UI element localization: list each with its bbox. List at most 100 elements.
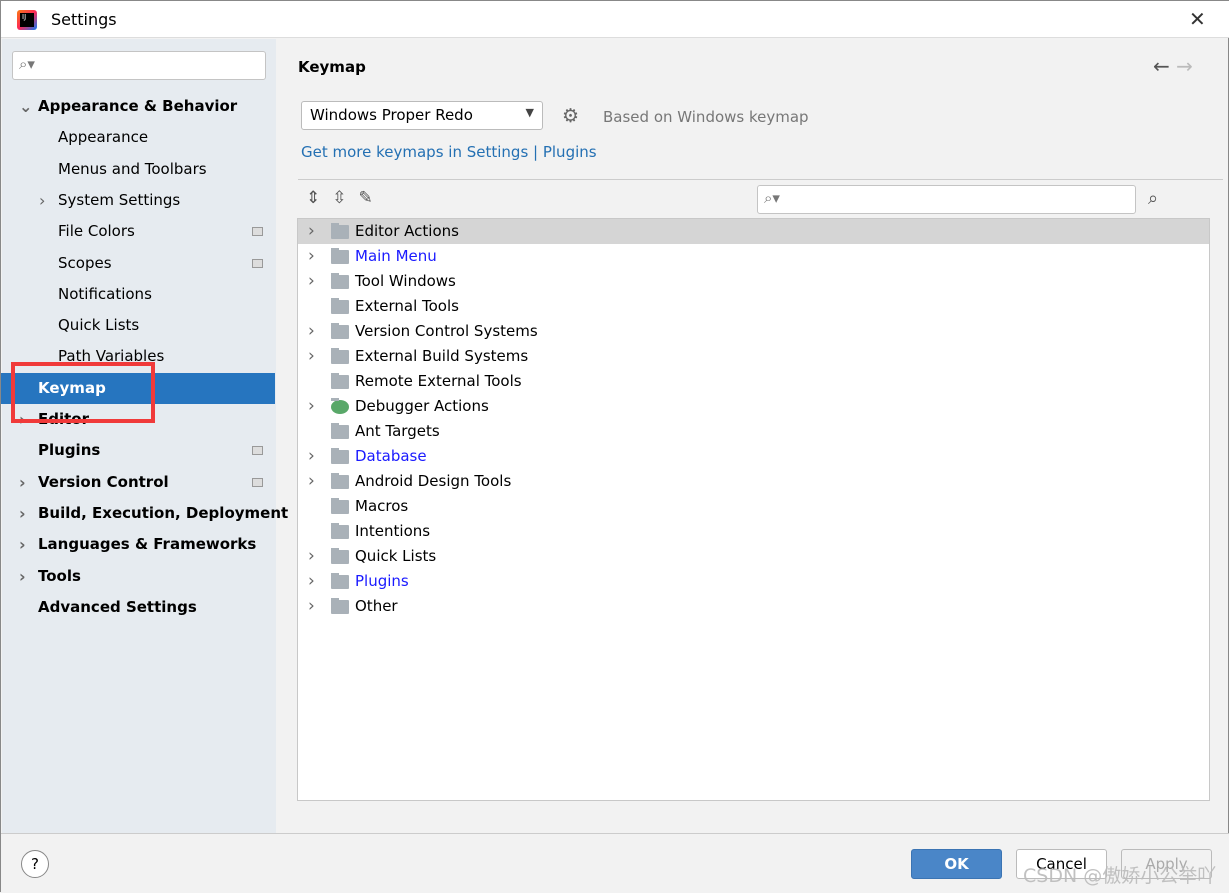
close-icon[interactable]: ✕	[1189, 7, 1206, 31]
chevron-right-icon[interactable]: ›	[308, 544, 315, 569]
project-level-icon	[252, 258, 263, 268]
folder-icon	[331, 448, 349, 464]
sidebar-item[interactable]: File Colors	[1, 216, 275, 247]
tree-row-label: Macros	[355, 497, 409, 515]
chevron-right-icon[interactable]: ›	[308, 319, 315, 344]
chevron-right-icon[interactable]: ›	[308, 394, 315, 419]
sidebar-item[interactable]: ⌄ Appearance & Behavior	[1, 91, 275, 122]
sidebar-item[interactable]: › System Settings	[1, 185, 275, 216]
tree-row-label: Android Design Tools	[355, 472, 512, 490]
keymap-selected-value: Windows Proper Redo	[310, 106, 473, 124]
folder-icon	[331, 523, 349, 539]
bug-icon	[331, 398, 349, 414]
tree-row-label: Editor Actions	[355, 222, 459, 240]
tree-row[interactable]: Intentions	[298, 519, 1209, 544]
chevron-right-icon[interactable]: ›	[308, 219, 315, 244]
tree-row[interactable]: › Quick Lists	[298, 544, 1209, 569]
tree-row-label: Main Menu	[355, 247, 437, 265]
sidebar-item-label: Scopes	[58, 253, 112, 272]
chevron-right-icon[interactable]: ›	[19, 529, 26, 560]
keymap-dropdown[interactable]: Windows Proper Redo ▼	[301, 101, 543, 130]
folder-icon	[331, 423, 349, 439]
chevron-right-icon[interactable]: ›	[308, 569, 315, 594]
chevron-right-icon[interactable]: ›	[19, 498, 26, 529]
sidebar-item[interactable]: Appearance	[1, 122, 275, 153]
tree-row[interactable]: External Tools	[298, 294, 1209, 319]
dropdown-arrow-icon: ▼	[525, 106, 534, 119]
sidebar-item-label: Appearance	[58, 128, 149, 147]
tree-row-label: Version Control Systems	[355, 322, 538, 340]
sidebar-item-label: File Colors	[58, 222, 135, 241]
folder-icon	[331, 248, 349, 264]
sidebar-item[interactable]: Plugins	[1, 435, 275, 466]
chevron-down-icon[interactable]: ⌄	[19, 91, 32, 122]
get-more-keymaps-link[interactable]: Get more keymaps in Settings | Plugins	[301, 143, 597, 161]
project-level-icon	[252, 227, 263, 237]
tree-row[interactable]: › External Build Systems	[298, 344, 1209, 369]
keymap-search-input[interactable]: ⌕▾	[757, 185, 1136, 214]
chevron-right-icon[interactable]: ›	[308, 469, 315, 494]
sidebar-item[interactable]: Notifications	[1, 279, 275, 310]
app-logo-icon: IJ	[17, 10, 37, 30]
tree-row[interactable]: › Version Control Systems	[298, 319, 1209, 344]
tree-row[interactable]: › Database	[298, 444, 1209, 469]
tree-row[interactable]: › Tool Windows	[298, 269, 1209, 294]
sidebar-item-label: Notifications	[58, 284, 152, 303]
sidebar-item[interactable]: › Build, Execution, Deployment	[1, 498, 288, 529]
tree-row[interactable]: › Other	[298, 594, 1209, 619]
chevron-right-icon[interactable]: ›	[308, 594, 315, 619]
tree-row[interactable]: › Plugins	[298, 569, 1209, 594]
settings-search-input[interactable]: ⌕▾	[12, 51, 266, 80]
collapse-all-icon[interactable]: ⇳	[332, 188, 358, 208]
tree-row[interactable]: › Android Design Tools	[298, 469, 1209, 494]
search-icon: ⌕▾	[19, 55, 35, 73]
project-level-icon	[252, 446, 263, 456]
sidebar-item[interactable]: › Tools	[1, 561, 275, 592]
tree-row-label: Other	[355, 597, 398, 615]
tree-row-label: External Tools	[355, 297, 459, 315]
back-arrow-icon[interactable]: ←	[1153, 54, 1170, 78]
tree-row[interactable]: Remote External Tools	[298, 369, 1209, 394]
sidebar-item[interactable]: Advanced Settings	[1, 592, 275, 623]
edit-pencil-icon[interactable]: ✎	[359, 188, 385, 208]
sidebar-item[interactable]: › Languages & Frameworks	[1, 529, 275, 560]
folder-icon	[331, 573, 349, 589]
chevron-right-icon[interactable]: ›	[308, 244, 315, 269]
sidebar-item[interactable]: › Version Control	[1, 467, 275, 498]
folder-icon	[331, 323, 349, 339]
chevron-right-icon[interactable]: ›	[19, 467, 26, 498]
tree-row[interactable]: › Main Menu	[298, 244, 1209, 269]
chevron-right-icon[interactable]: ›	[39, 185, 45, 216]
help-button[interactable]: ?	[21, 850, 49, 878]
sidebar-item-label: Plugins	[38, 441, 101, 460]
chevron-right-icon[interactable]: ›	[308, 444, 315, 469]
chevron-right-icon[interactable]: ›	[308, 344, 315, 369]
sidebar-item[interactable]: Quick Lists	[1, 310, 275, 341]
folder-icon	[331, 273, 349, 289]
window-title: Settings	[51, 10, 117, 29]
expand-all-icon[interactable]: ⇕	[306, 188, 332, 208]
ok-button[interactable]: OK	[911, 849, 1002, 879]
chevron-right-icon[interactable]: ›	[308, 269, 315, 294]
watermark: CSDN @傲娇小公举吖	[1023, 865, 1217, 887]
folder-icon	[331, 473, 349, 489]
gear-icon[interactable]: ⚙	[562, 105, 579, 127]
find-by-shortcut-icon[interactable]: ⌕	[1148, 188, 1158, 209]
sidebar-item-label: System Settings	[58, 190, 181, 209]
folder-icon	[331, 598, 349, 614]
tree-row-label: Intentions	[355, 522, 431, 540]
folder-icon	[331, 373, 349, 389]
tree-row[interactable]: Ant Targets	[298, 419, 1209, 444]
tree-row[interactable]: › Editor Actions	[298, 219, 1209, 244]
tree-row[interactable]: › Debugger Actions	[298, 394, 1209, 419]
tree-row[interactable]: Macros	[298, 494, 1209, 519]
forward-arrow-icon[interactable]: →	[1176, 54, 1193, 78]
project-level-icon	[252, 477, 263, 487]
folder-icon	[331, 548, 349, 564]
search-icon: ⌕▾	[764, 189, 780, 207]
chevron-right-icon[interactable]: ›	[19, 561, 26, 592]
sidebar-item[interactable]: Menus and Toolbars	[1, 154, 275, 185]
tree-row-label: Plugins	[355, 572, 409, 590]
sidebar-item[interactable]: Scopes	[1, 248, 275, 279]
sidebar-item-label: Menus and Toolbars	[58, 159, 207, 178]
